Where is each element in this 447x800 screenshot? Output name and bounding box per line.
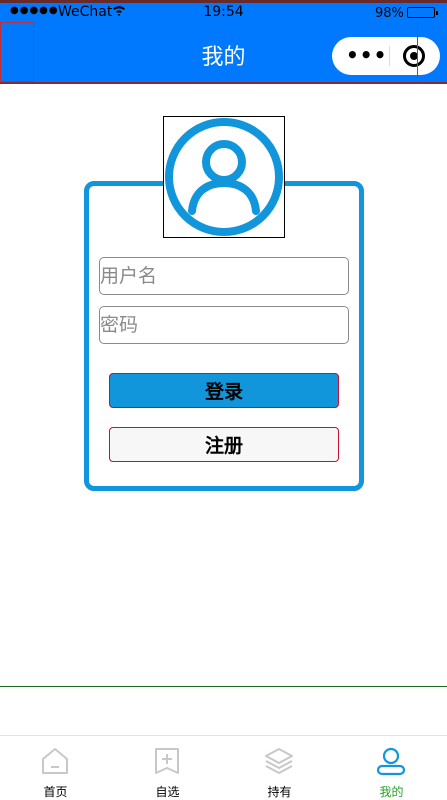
layers-icon <box>265 748 293 774</box>
tab-label: 持有 <box>267 785 292 799</box>
tab-home[interactable]: 首页 <box>0 736 111 800</box>
more-menu-icon[interactable]: ••• <box>346 43 387 67</box>
tab-label: 我的 <box>379 785 404 799</box>
username-input[interactable] <box>99 257 349 295</box>
register-button[interactable]: 注册 <box>109 427 339 462</box>
avatar <box>163 116 285 238</box>
home-icon <box>42 748 68 774</box>
tab-label: 自选 <box>155 785 180 799</box>
login-button[interactable]: 登录 <box>109 373 339 408</box>
status-bar: ●●●●● WeChat 19:54 98% <box>0 0 447 22</box>
tab-label: 首页 <box>43 785 68 799</box>
tab-holdings[interactable]: 持有 <box>224 736 335 800</box>
capsule-divider <box>389 46 390 66</box>
content-divider <box>0 686 447 687</box>
tab-mine[interactable]: 我的 <box>336 736 447 800</box>
battery-percent: 98% <box>375 6 404 21</box>
user-avatar-icon <box>165 118 283 236</box>
password-input[interactable] <box>99 306 349 344</box>
tab-watchlist[interactable]: 自选 <box>112 736 223 800</box>
navigation-bar: 我的 ••• <box>0 22 447 84</box>
nav-right-area <box>417 22 447 82</box>
user-icon <box>376 747 406 776</box>
add-square-icon <box>155 748 179 774</box>
tab-bar: 首页 自选 持有 我的 <box>0 735 447 800</box>
battery-icon <box>407 7 438 18</box>
